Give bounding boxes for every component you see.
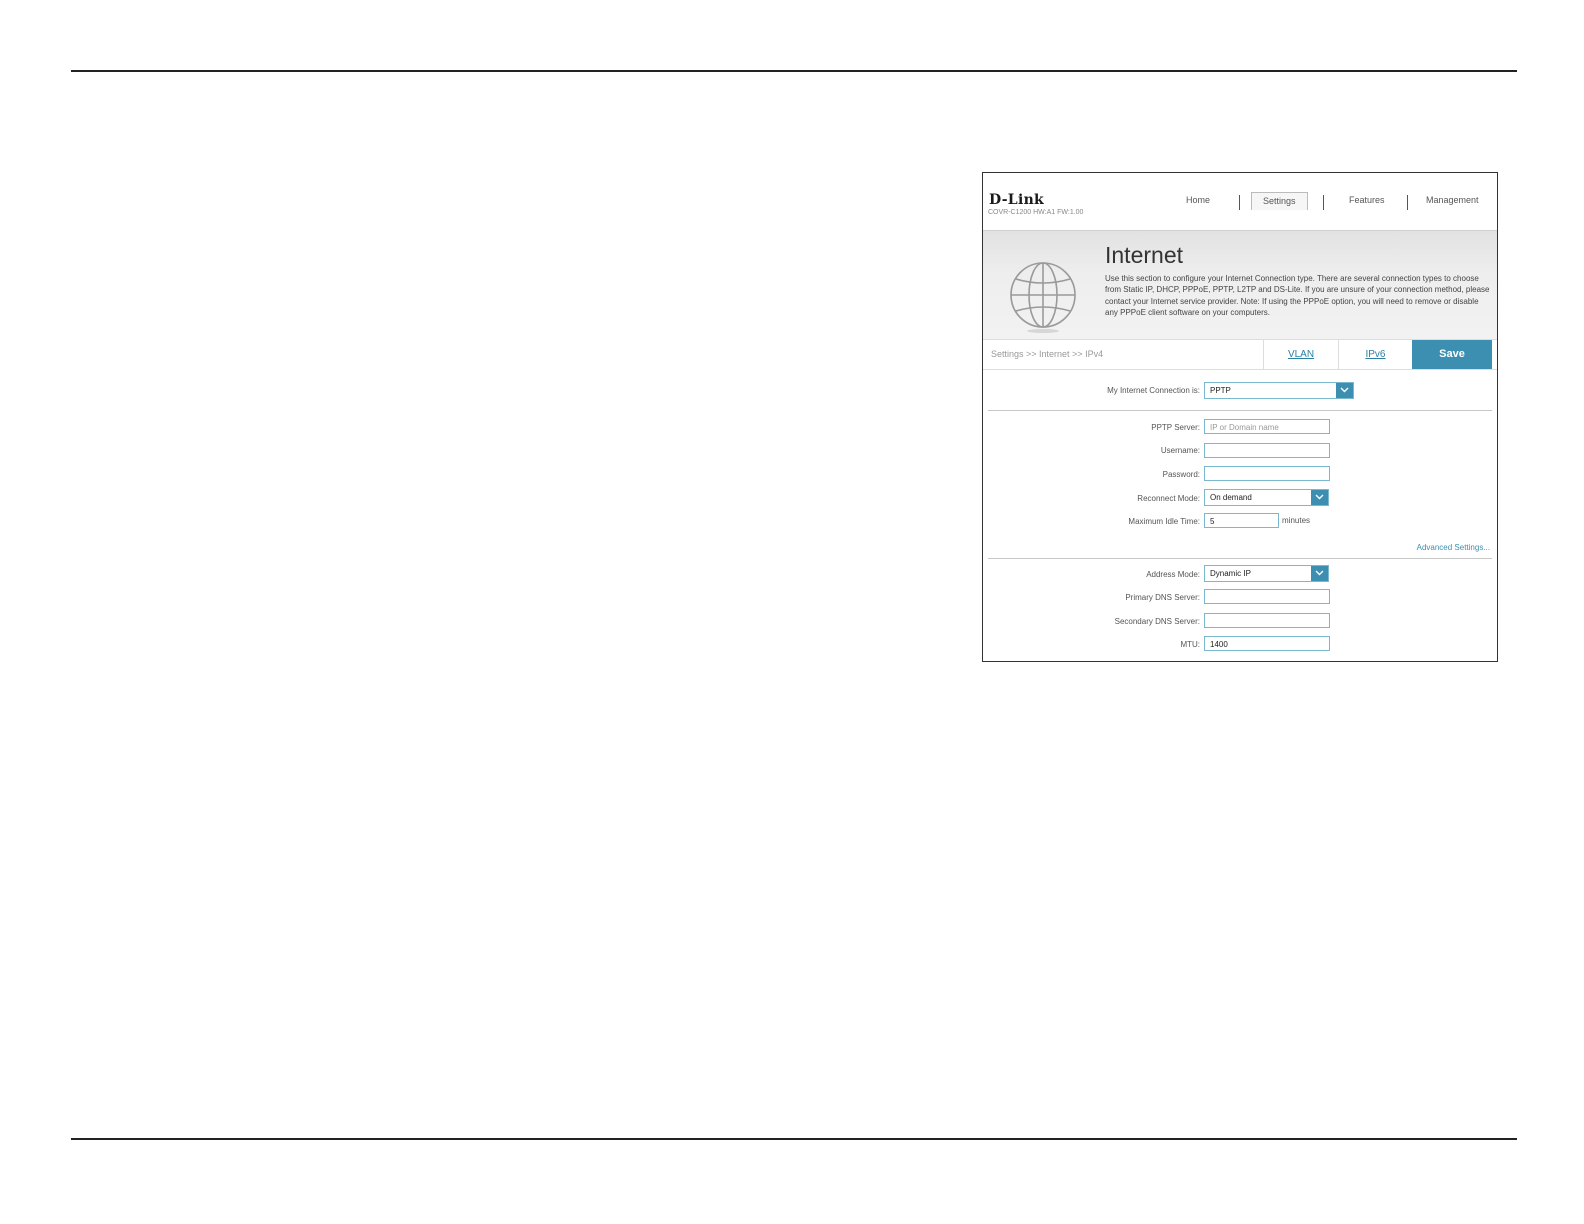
nav-settings[interactable]: Settings <box>1251 192 1308 210</box>
nav-features[interactable]: Features <box>1349 195 1385 205</box>
model-info: COVR-C1200 HW:A1 FW:1.00 <box>988 209 1084 216</box>
page-title: Internet <box>1105 242 1183 268</box>
nav-home[interactable]: Home <box>1186 195 1210 205</box>
advanced-settings-link[interactable]: Advanced Settings... <box>1417 543 1490 552</box>
top-rule <box>71 70 1517 72</box>
address-mode-label: Address Mode: <box>1146 570 1200 579</box>
nav-separator <box>1323 195 1324 210</box>
idle-time-unit: minutes <box>1282 516 1311 525</box>
password-label: Password: <box>1162 470 1200 479</box>
tab-vlan[interactable]: VLAN <box>1263 340 1338 369</box>
mtu-label: MTU: <box>1180 640 1200 649</box>
section-divider <box>988 410 1492 411</box>
reconnect-mode-label: Reconnect Mode: <box>1137 494 1200 503</box>
secondary-dns-input[interactable] <box>1204 613 1330 628</box>
idle-time-input[interactable]: 5 <box>1204 513 1279 528</box>
page-description: Use this section to configure your Inter… <box>1105 274 1490 317</box>
dlink-logo: D-Link <box>989 192 1045 208</box>
reconnect-mode-value: On demand <box>1210 493 1252 502</box>
globe-icon <box>1010 262 1076 333</box>
section-divider <box>988 558 1492 559</box>
username-label: Username: <box>1160 446 1200 455</box>
chevron-down-icon <box>1336 383 1353 398</box>
save-button[interactable]: Save <box>1412 340 1492 369</box>
reconnect-mode-select[interactable]: On demand <box>1204 489 1329 506</box>
connection-type-value: PPTP <box>1210 386 1231 395</box>
nav-separator <box>1239 195 1240 210</box>
connection-type-select[interactable]: PPTP <box>1204 382 1354 399</box>
nav-management[interactable]: Management <box>1426 195 1479 205</box>
username-input[interactable] <box>1204 443 1330 458</box>
breadcrumb: Settings >> Internet >> IPv4 <box>991 349 1104 359</box>
pptp-server-label: PPTP Server: <box>1151 423 1200 432</box>
pptp-server-input[interactable]: IP or Domain name <box>1204 419 1330 434</box>
mtu-input[interactable]: 1400 <box>1204 636 1330 651</box>
router-ui-screenshot: D-Link COVR-C1200 HW:A1 FW:1.00 Home Set… <box>982 172 1498 662</box>
address-mode-value: Dynamic IP <box>1210 569 1251 578</box>
primary-dns-input[interactable] <box>1204 589 1330 604</box>
password-input[interactable] <box>1204 466 1330 481</box>
header: D-Link COVR-C1200 HW:A1 FW:1.00 Home Set… <box>983 173 1497 230</box>
primary-dns-label: Primary DNS Server: <box>1125 593 1200 602</box>
secondary-dns-label: Secondary DNS Server: <box>1114 617 1200 626</box>
chevron-down-icon <box>1311 566 1328 581</box>
page-banner: Internet Use this section to configure y… <box>983 230 1497 339</box>
connection-type-label: My Internet Connection is: <box>1107 386 1200 395</box>
chevron-down-icon <box>1311 490 1328 505</box>
bottom-rule <box>71 1138 1517 1140</box>
nav-separator <box>1407 195 1408 210</box>
tab-bar: Settings >> Internet >> IPv4 VLAN IPv6 S… <box>983 339 1497 370</box>
tab-ipv6[interactable]: IPv6 <box>1338 340 1412 369</box>
idle-time-label: Maximum Idle Time: <box>1128 517 1200 526</box>
address-mode-select[interactable]: Dynamic IP <box>1204 565 1329 582</box>
